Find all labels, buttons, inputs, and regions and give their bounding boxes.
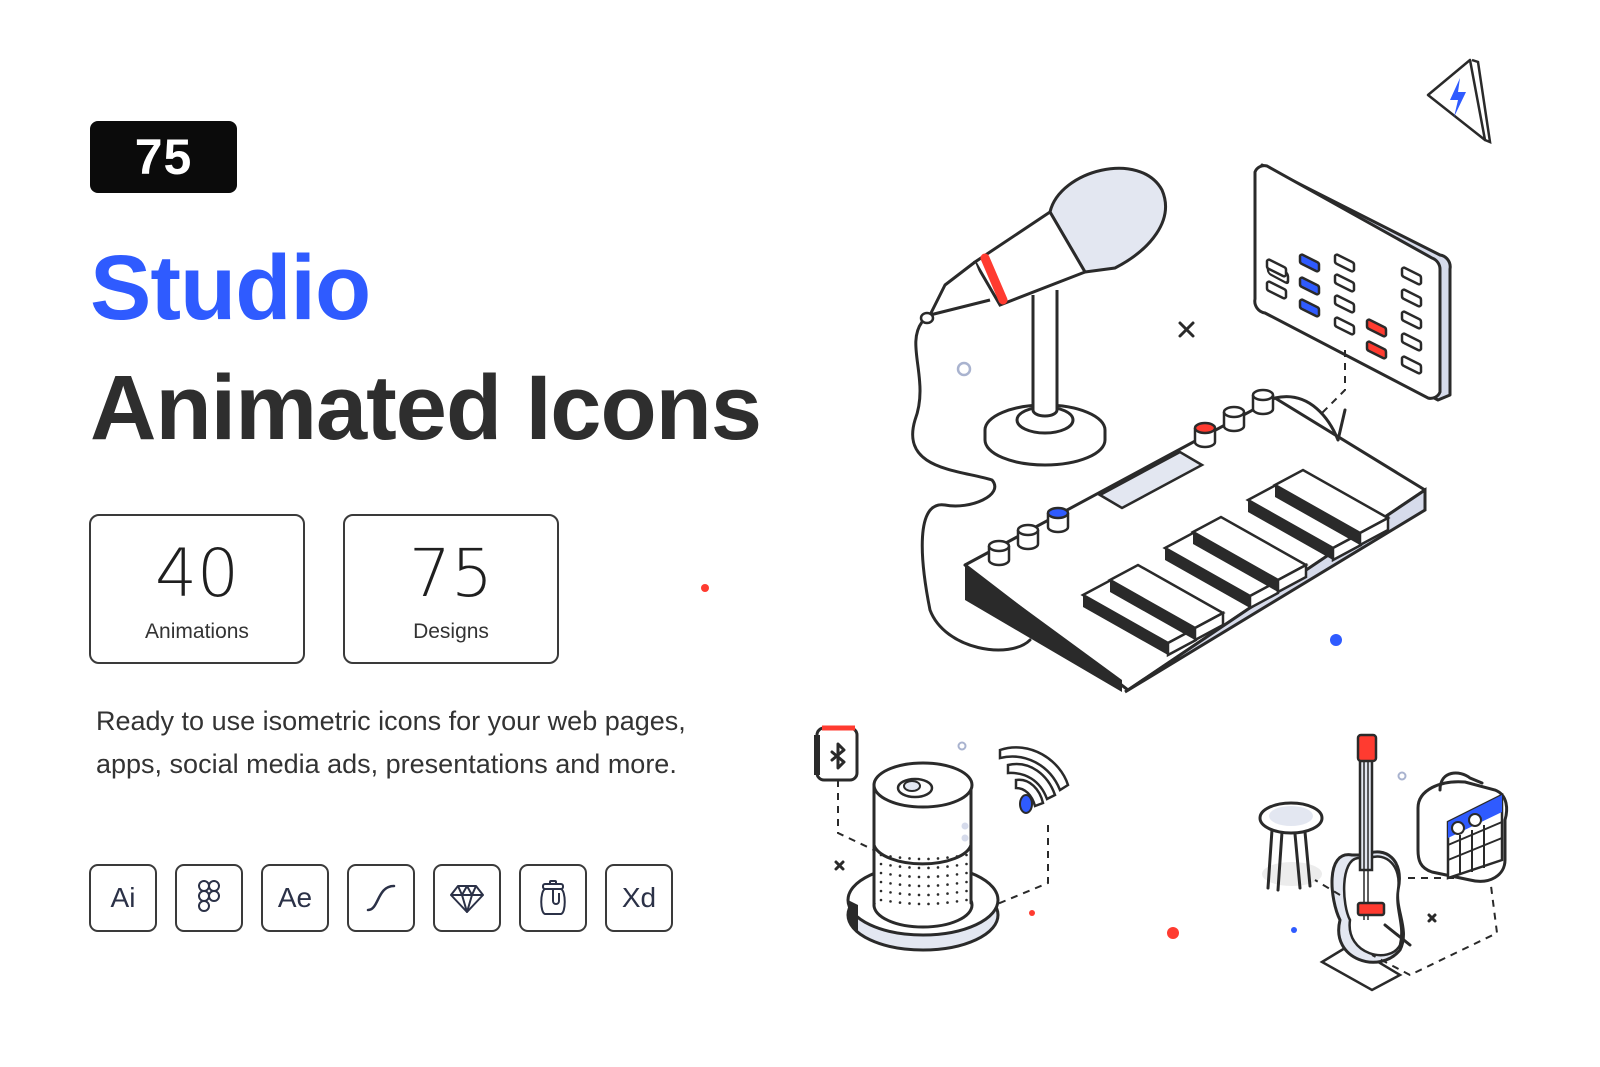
lightning-triangle-icon bbox=[1426, 58, 1492, 144]
synth-knob bbox=[1222, 405, 1246, 419]
synth-knob bbox=[987, 539, 1011, 553]
decor-dot-blue bbox=[1330, 634, 1342, 646]
bluetooth-badge-icon bbox=[814, 725, 859, 782]
decor-dot-red bbox=[701, 584, 709, 592]
synth-knob bbox=[1046, 506, 1070, 520]
synth-knob bbox=[1251, 388, 1275, 402]
amplifier-illustration bbox=[1416, 771, 1509, 883]
wifi-signal-icon bbox=[998, 746, 1070, 814]
decor-ring bbox=[956, 361, 972, 377]
synth-knob bbox=[1193, 421, 1217, 435]
smart-speaker-illustration bbox=[837, 761, 1049, 952]
illustration-canvas bbox=[701, 58, 1509, 992]
synth-knob bbox=[1016, 523, 1040, 537]
decor-cross bbox=[1178, 321, 1195, 338]
stool-illustration bbox=[1258, 801, 1324, 892]
guitar-illustration bbox=[1319, 733, 1412, 992]
mixer-panel-illustration bbox=[1253, 163, 1452, 416]
